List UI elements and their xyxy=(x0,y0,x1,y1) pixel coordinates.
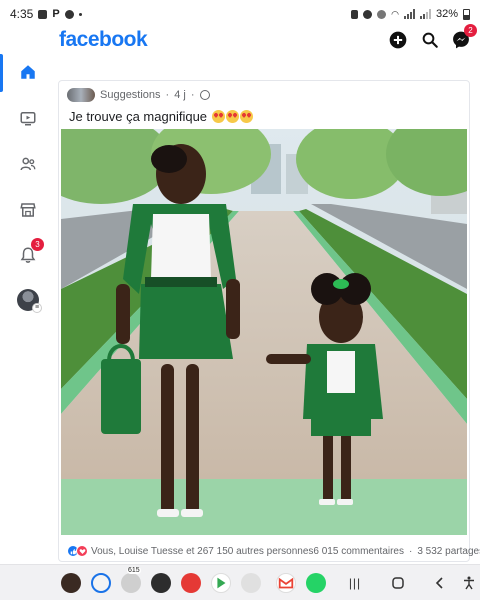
stats-separator: · xyxy=(409,545,413,557)
messenger-button[interactable]: 2 xyxy=(450,24,477,51)
home-icon xyxy=(21,65,35,79)
search-button[interactable] xyxy=(419,29,441,51)
love-reaction-icon xyxy=(76,545,88,557)
sidebar-nav: 3 ≡ xyxy=(0,28,56,564)
stocks-app-icon[interactable] xyxy=(181,573,201,593)
suggestion-avatars[interactable] xyxy=(67,88,95,102)
chrome-notification-icon xyxy=(64,9,74,19)
sidebar-item-notifications[interactable]: 3 xyxy=(14,238,44,269)
accessibility-icon xyxy=(464,576,474,590)
wifi-icon: ◠ xyxy=(391,8,399,19)
status-time: 4:35 xyxy=(10,7,34,21)
search-icon xyxy=(422,32,438,48)
signal-bars-icon xyxy=(403,9,415,19)
shares-count[interactable]: 3 532 partages xyxy=(417,546,480,557)
video-icon xyxy=(20,112,36,126)
alarm-icon xyxy=(363,9,373,19)
play-store-icon[interactable] xyxy=(211,573,231,593)
camera-app-icon[interactable] xyxy=(151,573,171,593)
comments-count[interactable]: 6 015 commentaires xyxy=(313,546,404,557)
reaction-icons[interactable] xyxy=(67,545,88,557)
photo-illustration xyxy=(61,129,467,535)
back-chevron-icon xyxy=(435,577,443,589)
signal-bars-2-icon xyxy=(419,9,431,19)
sidebar-item-marketplace[interactable] xyxy=(14,196,42,224)
all-apps-icon[interactable] xyxy=(241,573,261,593)
battery-icon xyxy=(463,8,470,20)
battery-saver-icon xyxy=(351,9,359,19)
post-time[interactable]: 4 j xyxy=(174,89,186,101)
messenger-badge: 2 xyxy=(464,24,477,37)
battery-percent: 32% xyxy=(435,8,458,20)
recent-apps-button[interactable]: ||| xyxy=(346,574,364,592)
whatsapp-icon[interactable] xyxy=(306,573,326,593)
post-source[interactable]: Suggestions xyxy=(100,89,161,101)
globe-icon xyxy=(199,90,210,100)
reactions-bar: Vous, Louise Tuesse et 267 150 autres pe… xyxy=(67,543,480,559)
pinterest-notification-icon: P xyxy=(52,8,60,20)
post-photo[interactable] xyxy=(61,129,467,535)
grid-app-icon[interactable]: 615 xyxy=(121,567,141,593)
gmail-icon[interactable] xyxy=(276,573,296,593)
app-badge: 615 xyxy=(127,567,141,574)
meta-separator-2: · xyxy=(190,89,195,101)
notifications-badge: 3 xyxy=(31,238,44,251)
system-taskbar: 615 ||| xyxy=(0,564,480,600)
compass-app-icon[interactable] xyxy=(91,573,111,593)
gallery-notification-icon xyxy=(38,9,48,19)
sidebar-item-home[interactable] xyxy=(14,58,42,86)
sidebar-item-video[interactable] xyxy=(14,104,42,132)
post-caption: Je trouve ça magnifique xyxy=(69,109,253,124)
sidebar-item-friends[interactable] xyxy=(14,150,42,178)
plus-circle-icon xyxy=(389,31,407,49)
status-bar: 4:35 P ◠ 32% xyxy=(0,0,480,28)
meta-separator: · xyxy=(165,89,170,101)
app-header: facebook 2 xyxy=(56,24,480,54)
facebook-logo[interactable]: facebook xyxy=(59,28,148,52)
more-notifications-dot-icon xyxy=(78,12,82,16)
back-button[interactable] xyxy=(431,574,449,592)
post-meta: Suggestions · 4 j · xyxy=(67,87,210,103)
marketplace-icon xyxy=(20,203,36,217)
accessibility-button[interactable] xyxy=(460,574,478,592)
sidebar-item-profile-menu[interactable]: ≡ xyxy=(14,286,42,314)
app-launcher-icon[interactable] xyxy=(61,573,81,593)
feed-post: Suggestions · 4 j · Je trouve ça magnifi… xyxy=(58,80,480,562)
reactions-count-text[interactable]: Vous, Louise Tuesse et 267 150 autres pe… xyxy=(91,546,313,557)
heart-eyes-emoji-icon xyxy=(239,110,253,123)
friends-icon xyxy=(20,157,36,171)
create-button[interactable] xyxy=(387,29,409,51)
recent-apps-icon: ||| xyxy=(348,576,362,590)
home-button[interactable] xyxy=(389,574,407,592)
menu-overlay-icon: ≡ xyxy=(32,303,42,313)
heart-eyes-emoji-icon xyxy=(211,110,225,123)
mute-icon xyxy=(377,9,387,19)
caption-text: Je trouve ça magnifique xyxy=(69,109,208,124)
profile-avatar: ≡ xyxy=(17,289,42,313)
active-tab-indicator xyxy=(0,54,3,92)
heart-eyes-emoji-icon xyxy=(225,110,239,123)
home-square-icon xyxy=(392,577,404,589)
